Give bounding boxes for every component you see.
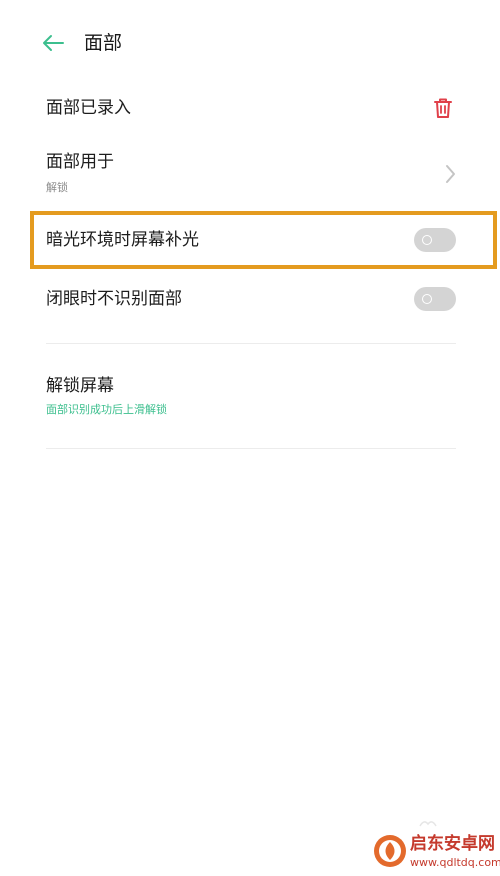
arrow-left-icon	[43, 35, 64, 51]
watermark: 启东安卓网 www.qdltdq.com	[370, 830, 500, 876]
face-enrolled-label: 面部已录入	[46, 98, 131, 118]
toggle-knob	[422, 294, 432, 304]
back-button[interactable]	[36, 28, 70, 58]
watermark-title: 启东安卓网	[410, 834, 495, 854]
highlight-annotation	[30, 211, 497, 269]
watermark-url: www.qdltdq.com	[410, 856, 500, 869]
watermark-logo-icon	[374, 835, 406, 867]
chevron-right-icon	[440, 160, 460, 188]
face-used-for-row[interactable]: 面部用于 解锁	[0, 140, 500, 202]
watermark-ornament-icon	[419, 821, 437, 827]
face-used-for-label: 面部用于	[46, 152, 114, 172]
face-enrolled-row: 面部已录入	[0, 86, 500, 132]
delete-face-button[interactable]	[430, 95, 456, 121]
divider	[46, 343, 456, 344]
unlock-screen-row[interactable]: 解锁屏幕 面部识别成功后上滑解锁	[0, 362, 500, 422]
unlock-screen-value: 面部识别成功后上滑解锁	[46, 403, 167, 416]
unlock-screen-label: 解锁屏幕	[46, 376, 114, 396]
eyes-closed-label: 闭眼时不识别面部	[46, 289, 182, 309]
divider	[46, 448, 456, 449]
face-used-for-value: 解锁	[46, 181, 68, 194]
trash-icon	[434, 98, 452, 118]
app-header: 面部	[0, 0, 500, 86]
eyes-closed-toggle[interactable]	[414, 287, 456, 311]
page-title: 面部	[84, 32, 123, 54]
